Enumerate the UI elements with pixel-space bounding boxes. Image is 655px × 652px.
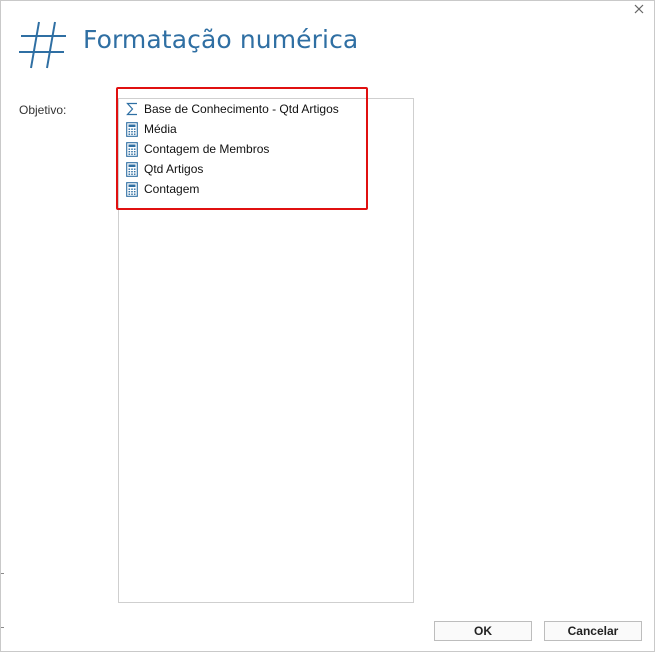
edge-mark xyxy=(1,627,4,628)
list-item-label: Base de Conhecimento - Qtd Artigos xyxy=(144,102,339,116)
hash-icon xyxy=(19,21,66,69)
list-item-label: Média xyxy=(144,122,177,136)
objective-listbox[interactable]: Base de Conhecimento - Qtd Artigos Média… xyxy=(118,98,414,603)
close-icon[interactable] xyxy=(632,2,646,16)
list-item-label: Contagem xyxy=(144,182,200,196)
list-item[interactable]: Qtd Artigos xyxy=(125,160,203,178)
list-item[interactable]: Contagem xyxy=(125,180,199,198)
list-item[interactable]: Base de Conhecimento - Qtd Artigos xyxy=(125,100,339,118)
edge-mark xyxy=(1,573,4,574)
dialog-title: Formatação numérica xyxy=(83,25,359,54)
calculator-icon xyxy=(125,141,139,157)
calculator-icon xyxy=(125,121,139,137)
objective-label: Objetivo: xyxy=(19,103,67,117)
sum-icon xyxy=(125,101,139,117)
calculator-icon xyxy=(125,181,139,197)
list-item-label: Qtd Artigos xyxy=(144,162,204,176)
ok-button[interactable]: OK xyxy=(434,621,532,641)
list-item[interactable]: Média xyxy=(125,120,177,138)
list-item-label: Contagem de Membros xyxy=(144,142,270,156)
cancel-button[interactable]: Cancelar xyxy=(544,621,642,641)
calculator-icon xyxy=(125,161,139,177)
list-item[interactable]: Contagem de Membros xyxy=(125,140,269,158)
number-format-dialog: Formatação numérica Objetivo: Base de Co… xyxy=(0,0,655,652)
